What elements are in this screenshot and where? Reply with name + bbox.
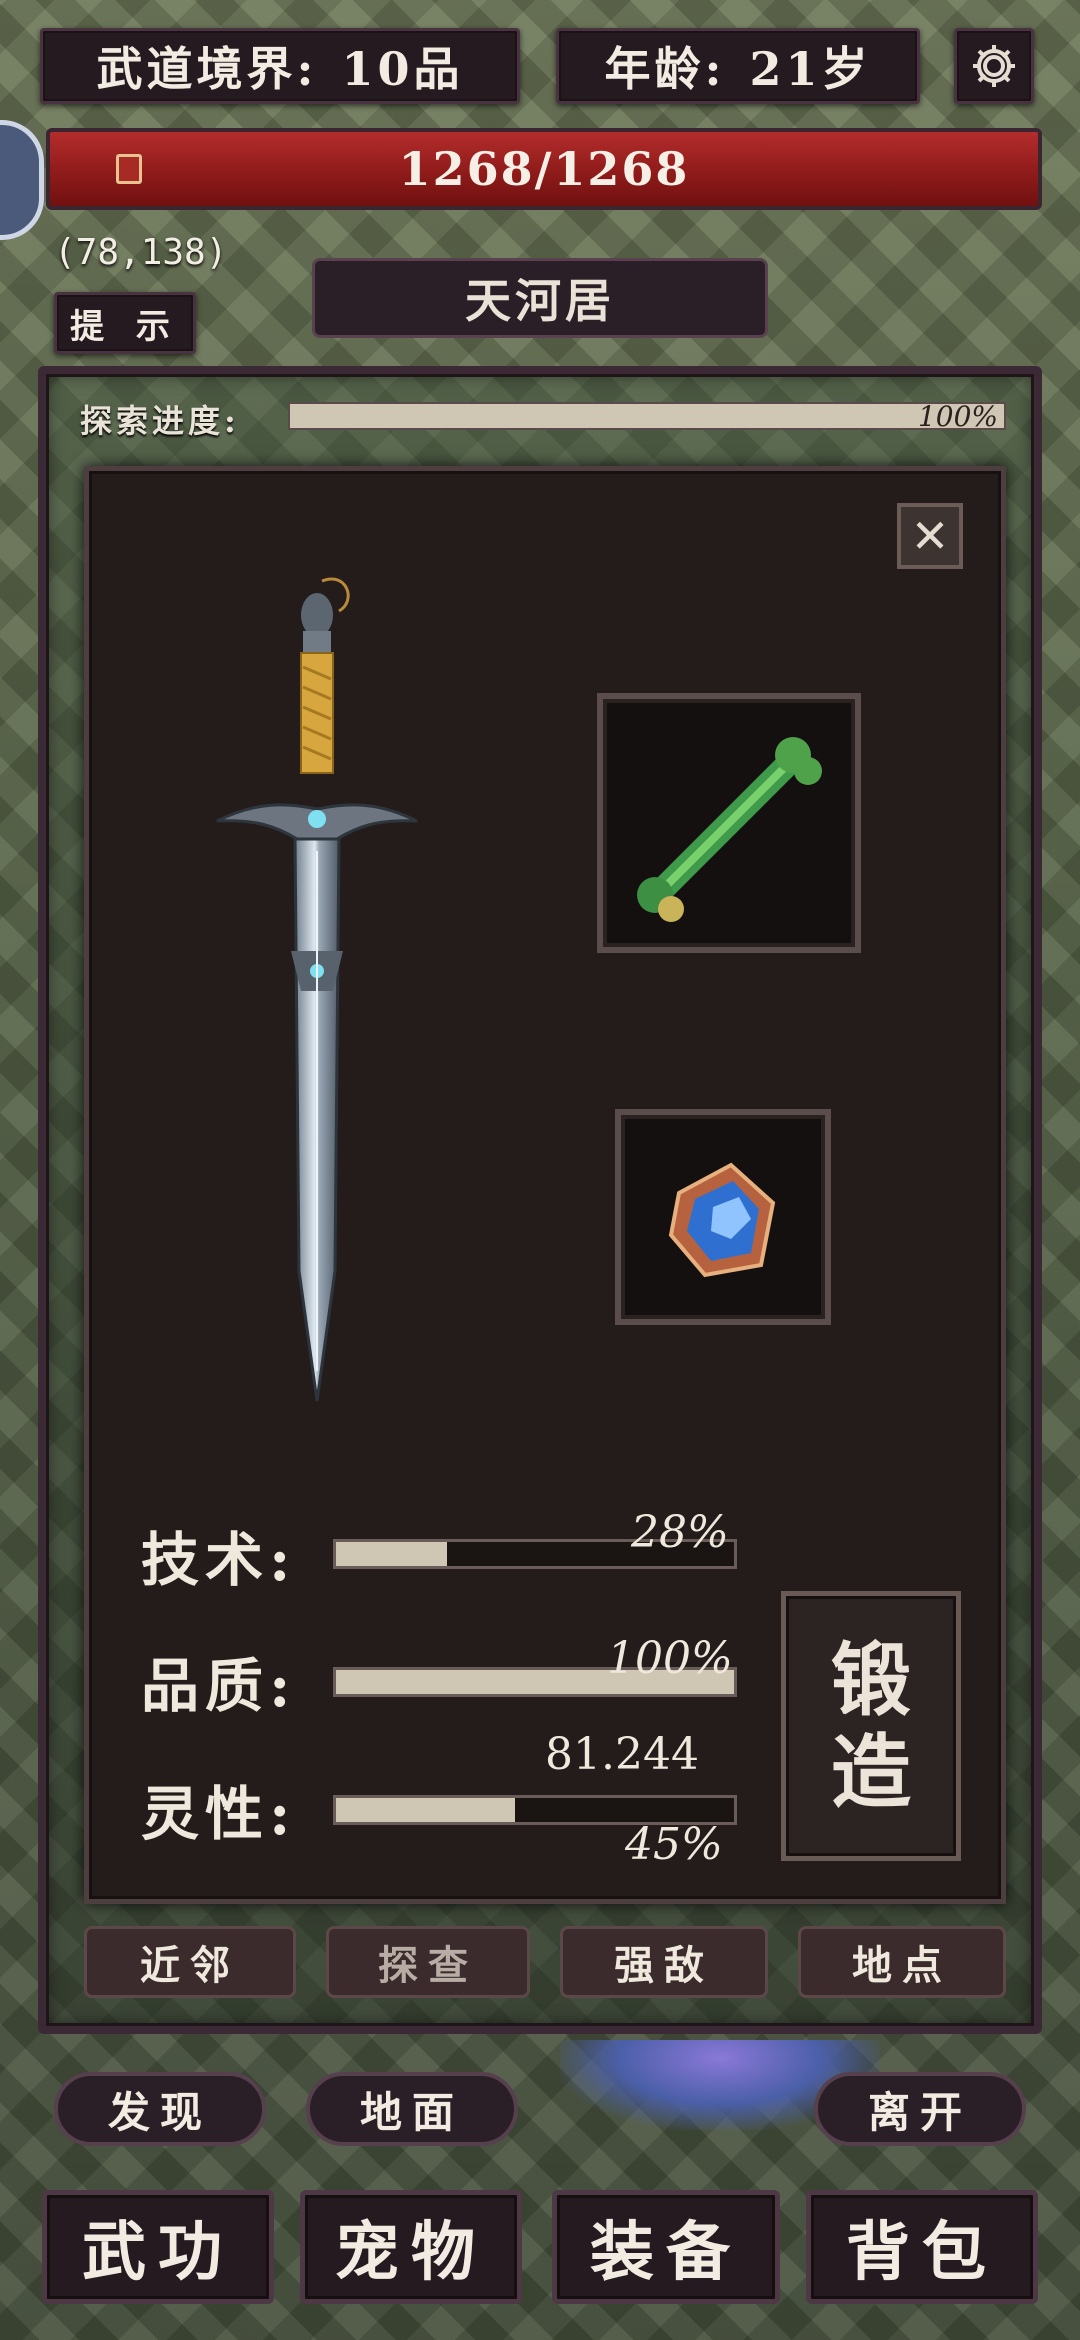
close-button[interactable]: ✕ [897, 503, 963, 569]
nav-equipment-label: 装备 [590, 2215, 742, 2290]
seal-icon [116, 154, 142, 184]
material-slot-2[interactable] [615, 1109, 831, 1325]
leave-label: 离开 [867, 2087, 972, 2137]
stat-percent-spirit: 45% [625, 1819, 723, 1870]
tab-neighbors-label: 近邻 [140, 1942, 240, 1989]
nav-backpack-label: 背包 [846, 2215, 998, 2290]
gear-icon [973, 45, 1015, 87]
tab-locations[interactable]: 地点 [798, 1926, 1006, 1998]
realm-label: 武道境界: [96, 42, 318, 96]
location-banner: 天河居 [312, 258, 768, 338]
age-label: 年龄: [604, 42, 726, 96]
tab-strong-enemies[interactable]: 强敌 [560, 1926, 768, 1998]
settings-button[interactable] [954, 28, 1034, 104]
location-name: 天河居 [465, 274, 615, 328]
realm-box: 武道境界: 10品 [40, 28, 520, 104]
exploration-percent: 100% [917, 400, 998, 433]
hp-bar: 1268/1268 [46, 128, 1042, 210]
nav-equipment[interactable]: 装备 [552, 2190, 780, 2304]
exploration-progress: 100% [288, 400, 1006, 433]
material-slot-1[interactable] [597, 693, 861, 953]
coordinates: (78,138) [54, 232, 228, 273]
forge-panel: ✕ 技术: 28% 品质: 100% 81.244 灵性: 45% 锻 造 [84, 466, 1006, 1904]
age-value: 21岁 [749, 42, 872, 96]
stat-label-technique: 技术: [141, 1526, 297, 1594]
nav-pets-label: 宠物 [335, 2215, 487, 2290]
tab-investigate[interactable]: 探查 [326, 1926, 530, 1998]
stat-percent-technique: 28% [631, 1507, 729, 1558]
stat-label-quality: 品质: [141, 1652, 297, 1720]
leave-button[interactable]: 离开 [814, 2072, 1026, 2146]
stat-fill-spirit [336, 1798, 516, 1822]
tab-locations-label: 地点 [852, 1942, 952, 1989]
stat-percent-quality: 100% [607, 1633, 733, 1684]
discover-label: 发现 [107, 2087, 212, 2137]
nav-backpack[interactable]: 背包 [806, 2190, 1038, 2304]
forge-button[interactable]: 锻 造 [781, 1591, 961, 1861]
forge-button-line2: 造 [831, 1725, 911, 1819]
ground-button[interactable]: 地面 [306, 2072, 518, 2146]
realm-value: 10品 [341, 42, 464, 96]
tab-strong-enemies-label: 强敌 [614, 1942, 714, 1989]
blue-gem-icon [668, 1162, 776, 1278]
exploration-label: 探索进度: [80, 402, 240, 440]
ground-label: 地面 [359, 2087, 464, 2137]
sword-icon[interactable] [207, 571, 427, 1431]
age-box: 年龄: 21岁 [556, 28, 920, 104]
hint-label: 提 示 [70, 306, 180, 347]
stat-value-spirit: 81.244 [545, 1729, 699, 1780]
green-bone-icon [637, 737, 822, 922]
discover-button[interactable]: 发现 [54, 2072, 266, 2146]
close-icon: ✕ [910, 509, 950, 563]
tab-investigate-label: 探查 [378, 1942, 478, 1989]
nav-martial-arts-label: 武功 [82, 2215, 234, 2290]
tab-neighbors[interactable]: 近邻 [84, 1926, 296, 1998]
nav-pets[interactable]: 宠物 [300, 2190, 522, 2304]
stat-label-spirit: 灵性: [141, 1780, 297, 1848]
hp-text: 1268/1268 [398, 142, 690, 196]
avatar[interactable] [0, 120, 44, 240]
forge-button-line1: 锻 [831, 1633, 911, 1727]
nav-martial-arts[interactable]: 武功 [42, 2190, 274, 2304]
hint-button[interactable]: 提 示 [54, 292, 196, 354]
exploration-fill [290, 404, 1004, 428]
stat-fill-technique [336, 1542, 448, 1566]
